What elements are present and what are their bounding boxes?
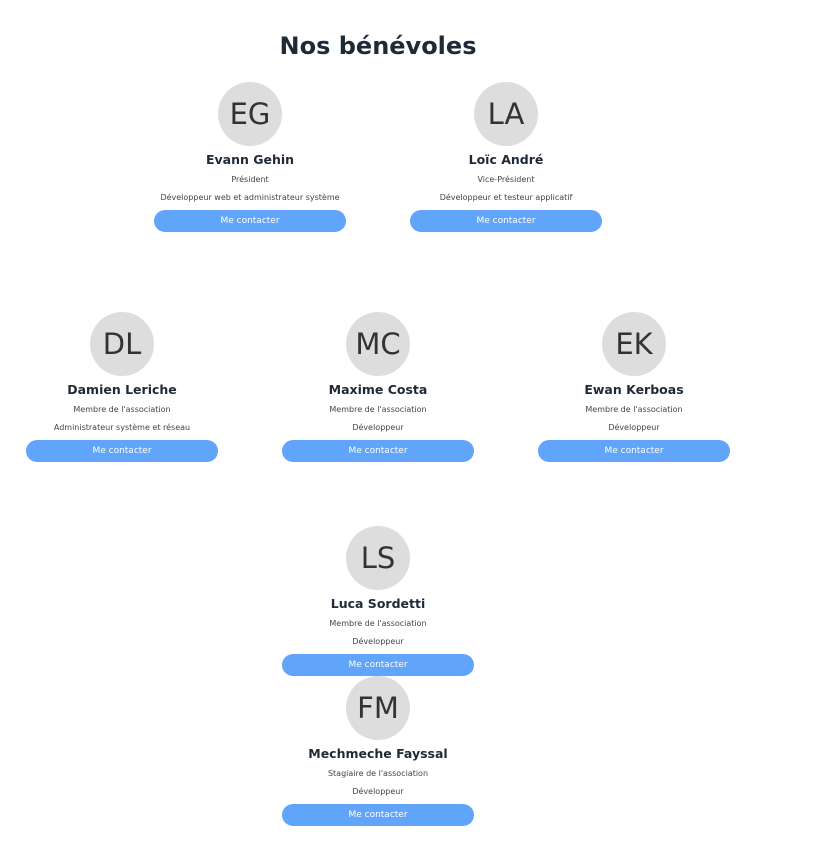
volunteer-role: Président [231, 175, 269, 184]
volunteer-job: Développeur web et administrateur systèm… [160, 193, 340, 202]
volunteer-name: Loïc André [468, 152, 544, 167]
volunteer-role: Membre de l'association [73, 405, 171, 414]
contact-button[interactable]: Me contacter [282, 440, 474, 462]
avatar: MC [346, 312, 410, 376]
page-title: Nos bénévoles [279, 32, 477, 60]
avatar: EK [602, 312, 666, 376]
volunteer-role: Membre de l'association [329, 619, 427, 628]
avatar: FM [346, 676, 410, 740]
volunteer-job: Développeur [352, 787, 404, 796]
volunteer-job: Développeur [608, 423, 660, 432]
contact-button[interactable]: Me contacter [26, 440, 218, 462]
contact-button[interactable]: Me contacter [410, 210, 602, 232]
volunteer-name: Luca Sordetti [330, 596, 426, 611]
volunteer-role: Membre de l'association [329, 405, 427, 414]
volunteer-card: EK Ewan Kerboas Membre de l'association … [538, 312, 730, 472]
contact-button[interactable]: Me contacter [538, 440, 730, 462]
volunteer-job: Développeur [352, 637, 404, 646]
avatar: EG [218, 82, 282, 146]
volunteer-role: Stagiaire de l'association [327, 769, 429, 778]
volunteer-card: MC Maxime Costa Membre de l'association … [282, 312, 474, 472]
volunteer-card: LA Loïc André Vice-Président Développeur… [410, 82, 602, 242]
volunteer-job: Développeur et testeur applicatif [439, 193, 573, 202]
volunteer-name: Mechmeche Fayssal [308, 746, 448, 761]
volunteer-job: Développeur [352, 423, 404, 432]
contact-button[interactable]: Me contacter [282, 654, 474, 676]
volunteer-card: DL Damien Leriche Membre de l'associatio… [26, 312, 218, 472]
volunteer-card: LS Luca Sordetti Membre de l'association… [282, 526, 474, 686]
volunteer-name: Maxime Costa [328, 382, 428, 397]
contact-button[interactable]: Me contacter [282, 804, 474, 826]
volunteer-role: Vice-Président [477, 175, 535, 184]
volunteer-role: Membre de l'association [585, 405, 683, 414]
volunteer-job: Administrateur système et réseau [53, 423, 191, 432]
volunteer-card: EG Evann Gehin Président Développeur web… [154, 82, 346, 242]
volunteer-name: Evann Gehin [205, 152, 295, 167]
avatar: LA [474, 82, 538, 146]
volunteer-name: Damien Leriche [67, 382, 177, 397]
avatar: DL [90, 312, 154, 376]
volunteer-name: Ewan Kerboas [584, 382, 684, 397]
volunteer-card: FM Mechmeche Fayssal Stagiaire de l'asso… [282, 676, 474, 836]
contact-button[interactable]: Me contacter [154, 210, 346, 232]
avatar: LS [346, 526, 410, 590]
